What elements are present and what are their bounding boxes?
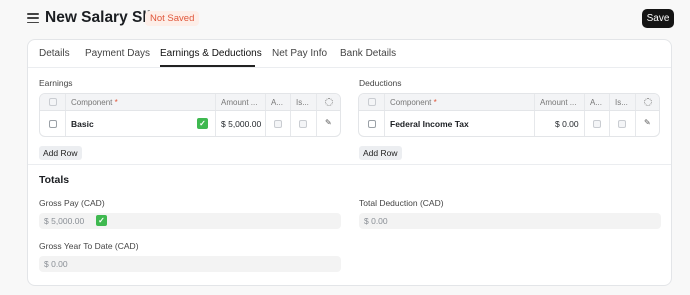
select-all-checkbox[interactable] [49,98,57,106]
earnings-add-row-button[interactable]: Add Row [39,146,82,160]
tab-bank-details[interactable]: Bank Details [340,48,396,59]
column-header-amount: Amount ... [540,98,577,107]
totals-heading: Totals [39,174,70,186]
select-all-checkbox[interactable] [368,98,376,106]
row-is-checkbox[interactable] [618,120,626,128]
gross-pay-label: Gross Pay (CAD) [39,198,105,208]
row-checkbox[interactable] [49,120,57,128]
tabs-divider [28,67,671,68]
row-component[interactable]: Federal Income Tax [390,119,469,129]
save-button[interactable]: Save [642,9,674,28]
table-row[interactable]: Federal Income Tax $ 0.00 ✎ [359,111,659,136]
edit-pencil-icon[interactable]: ✎ [325,118,332,127]
row-a-checkbox[interactable] [593,120,601,128]
gross-ytd-label: Gross Year To Date (CAD) [39,241,139,251]
column-header-a: A... [590,98,603,107]
gross-pay-field: $ 5,000.00 ✓ [39,213,341,229]
column-header-a: A... [271,98,284,107]
column-header-is: Is... [296,98,309,107]
sidebar-toggle-icon[interactable] [27,12,39,24]
deductions-table: Component * Amount ... A... Is... Federa… [358,93,660,137]
white-check-mark-icon: ✓ [96,215,107,226]
row-checkbox[interactable] [368,120,376,128]
column-header-component: Component * [71,98,118,107]
table-row[interactable]: Basic ✓ $ 5,000.00 ✎ [40,111,340,136]
earnings-table: Component * Amount ... A... Is... Basic … [39,93,341,137]
gross-ytd-value: $ 0.00 [44,259,68,269]
deductions-table-header: Component * Amount ... A... Is... [359,94,659,111]
column-header-is: Is... [615,98,628,107]
row-a-checkbox[interactable] [274,120,282,128]
row-is-checkbox[interactable] [299,120,307,128]
tab-earnings-deductions[interactable]: Earnings & Deductions [160,48,262,59]
gross-ytd-field: $ 0.00 [39,256,341,272]
column-header-component: Component * [390,98,437,107]
tab-details[interactable]: Details [39,48,70,59]
column-header-amount: Amount ... [221,98,258,107]
gear-icon[interactable] [325,98,333,106]
total-deduction-field: $ 0.00 [359,213,661,229]
section-divider [28,164,671,165]
page-title: New Salary Slip [45,9,161,26]
tab-payment-days[interactable]: Payment Days [85,48,150,59]
total-deduction-label: Total Deduction (CAD) [359,198,444,208]
deductions-label: Deductions [359,78,402,88]
total-deduction-value: $ 0.00 [364,216,388,226]
earnings-label: Earnings [39,78,73,88]
gear-icon[interactable] [644,98,652,106]
row-amount[interactable]: $ 5,000.00 [221,119,261,129]
white-check-mark-icon: ✓ [197,118,208,129]
status-badge: Not Saved [145,11,200,26]
gross-pay-value: $ 5,000.00 [44,216,85,226]
row-amount[interactable]: $ 0.00 [555,119,579,129]
deductions-add-row-button[interactable]: Add Row [359,146,402,160]
tab-net-pay-info[interactable]: Net Pay Info [272,48,327,59]
earnings-table-header: Component * Amount ... A... Is... [40,94,340,111]
row-component[interactable]: Basic [71,119,94,129]
edit-pencil-icon[interactable]: ✎ [644,118,651,127]
